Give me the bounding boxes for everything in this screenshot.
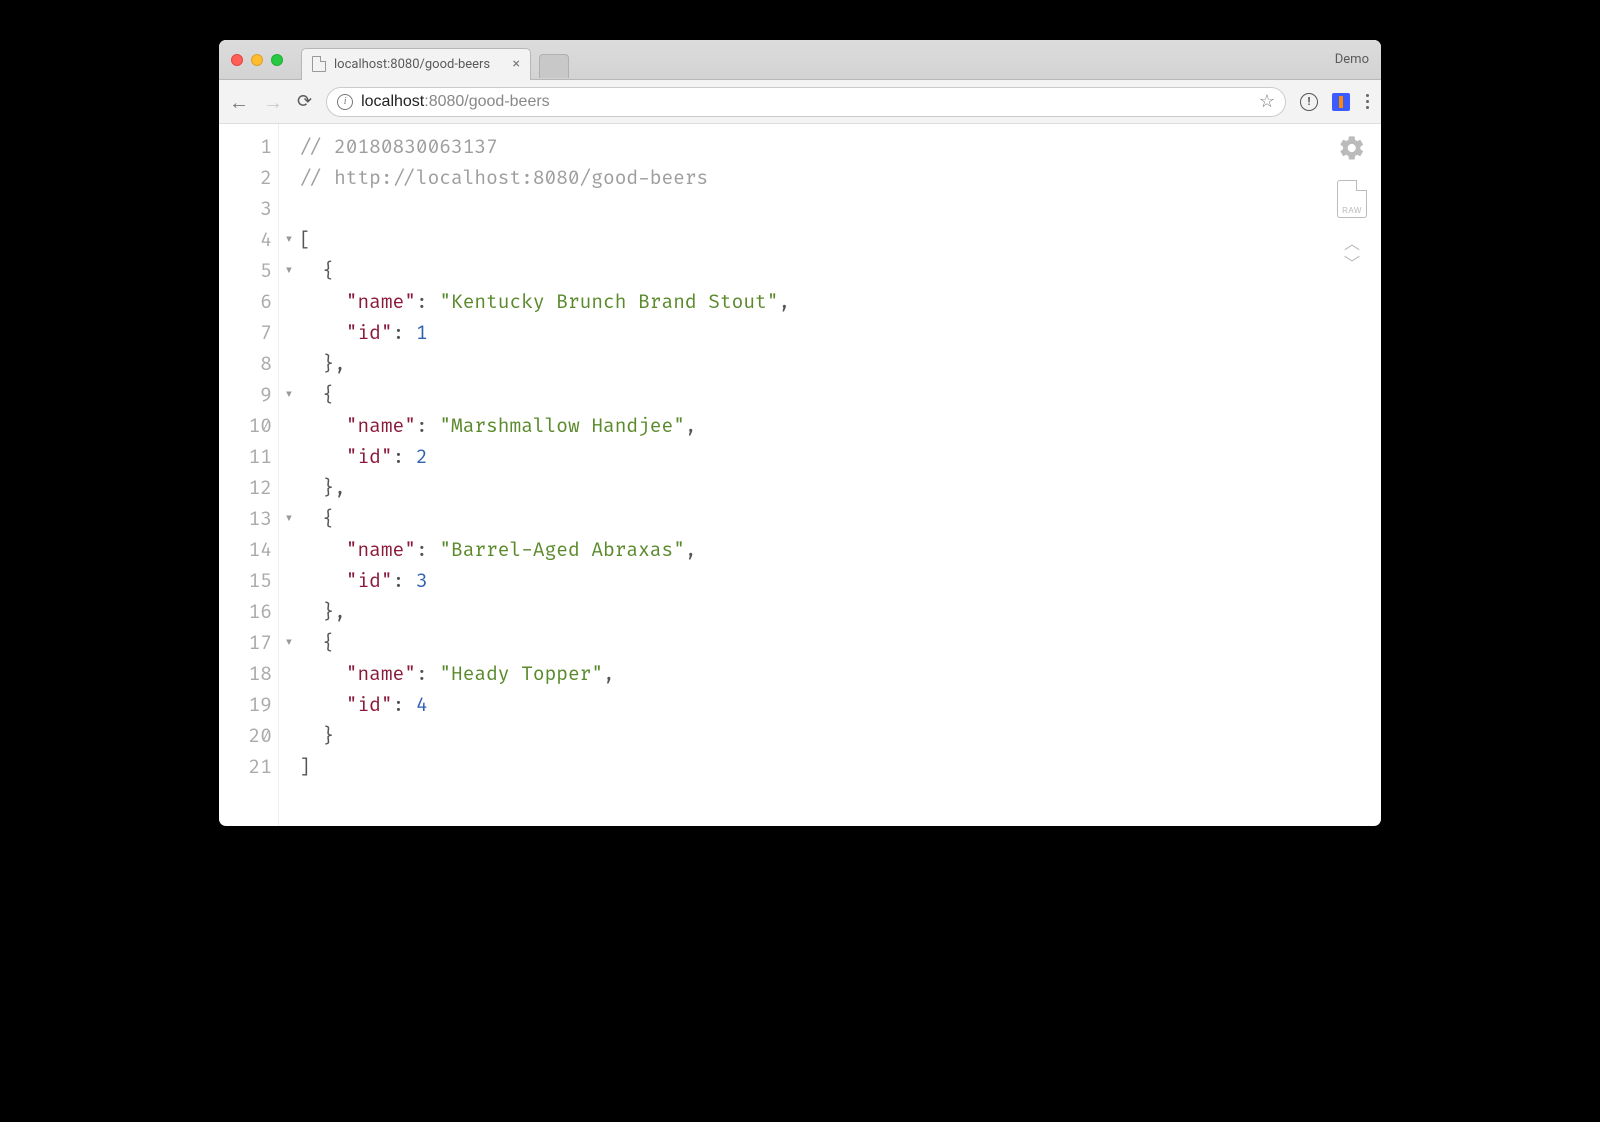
close-window-icon[interactable] [231, 54, 243, 66]
viewer-side-controls: RAW ︿ ﹀ [1337, 134, 1367, 272]
raw-toggle-icon[interactable]: RAW [1337, 180, 1367, 218]
forward-icon: → [263, 92, 283, 112]
line-number: 9▼ [219, 380, 278, 411]
line-gutter: 1234▼5▼6789▼10111213▼14151617▼18192021 [219, 124, 279, 826]
collapse-controls: ︿ ﹀ [1344, 236, 1360, 272]
line-number: 12 [219, 473, 278, 504]
chevron-up-icon[interactable]: ︿ [1344, 236, 1360, 252]
line-number: 17▼ [219, 628, 278, 659]
line-number: 5▼ [219, 256, 278, 287]
line-number: 1 [219, 132, 278, 163]
fold-toggle-icon[interactable]: ▼ [286, 504, 292, 535]
line-number: 19 [219, 690, 278, 721]
line-number: 11 [219, 442, 278, 473]
fold-toggle-icon[interactable]: ▼ [286, 628, 292, 659]
tab-strip: localhost:8080/good-beers × Demo [219, 40, 1381, 80]
close-tab-icon[interactable]: × [513, 56, 520, 72]
fold-toggle-icon[interactable]: ▼ [286, 225, 292, 256]
line-number: 14 [219, 535, 278, 566]
browser-tab[interactable]: localhost:8080/good-beers × [301, 48, 531, 80]
back-icon[interactable]: ← [229, 92, 249, 112]
line-number: 15 [219, 566, 278, 597]
page-content: 1234▼5▼6789▼10111213▼14151617▼18192021 /… [219, 124, 1381, 826]
line-number: 21 [219, 752, 278, 783]
reload-icon[interactable]: ⟳ [297, 91, 312, 112]
bookmark-icon[interactable]: ☆ [1259, 91, 1275, 112]
line-number: 3 [219, 194, 278, 225]
gear-icon[interactable] [1338, 134, 1366, 162]
fold-toggle-icon[interactable]: ▼ [286, 380, 292, 411]
json-code: // 20180830063137 // http://localhost:80… [279, 124, 1381, 826]
line-number: 16 [219, 597, 278, 628]
window-controls [231, 54, 283, 66]
line-number: 4▼ [219, 225, 278, 256]
minimize-window-icon[interactable] [251, 54, 263, 66]
url-text: localhost:8080/good-beers [361, 93, 550, 111]
site-info-icon[interactable]: i [337, 94, 353, 110]
alert-icon[interactable]: ! [1300, 93, 1318, 111]
extension-icon[interactable] [1332, 93, 1350, 111]
profile-label[interactable]: Demo [1335, 52, 1369, 67]
line-number: 8 [219, 349, 278, 380]
address-bar[interactable]: i localhost:8080/good-beers ☆ [326, 87, 1286, 117]
tab-title: localhost:8080/good-beers [334, 57, 490, 72]
line-number: 10 [219, 411, 278, 442]
menu-icon[interactable] [1364, 94, 1371, 109]
line-number: 20 [219, 721, 278, 752]
toolbar: ← → ⟳ i localhost:8080/good-beers ☆ ! [219, 80, 1381, 124]
line-number: 2 [219, 163, 278, 194]
line-number: 6 [219, 287, 278, 318]
file-icon [312, 56, 326, 72]
chevron-down-icon[interactable]: ﹀ [1344, 256, 1360, 272]
zoom-window-icon[interactable] [271, 54, 283, 66]
line-number: 13▼ [219, 504, 278, 535]
fold-toggle-icon[interactable]: ▼ [286, 256, 292, 287]
line-number: 7 [219, 318, 278, 349]
browser-window: localhost:8080/good-beers × Demo ← → ⟳ i… [219, 40, 1381, 826]
new-tab-button[interactable] [539, 54, 569, 78]
line-number: 18 [219, 659, 278, 690]
